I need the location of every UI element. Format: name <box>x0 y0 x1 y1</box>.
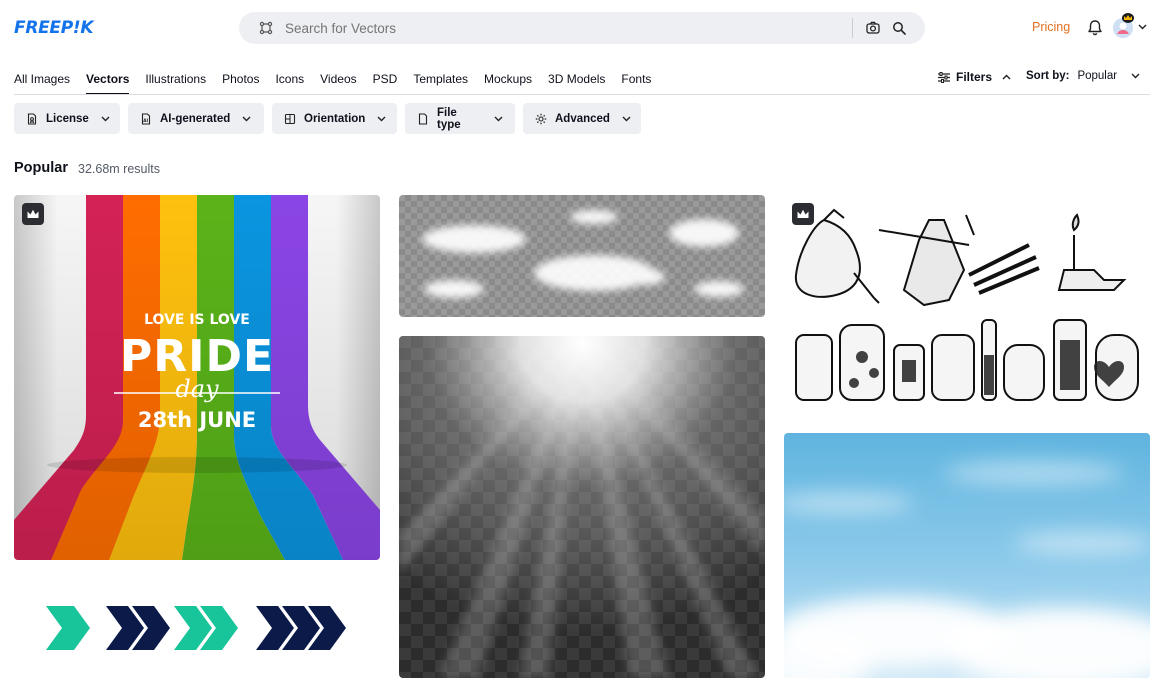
search-type-icon[interactable] <box>259 21 273 35</box>
filter-ai-generated[interactable]: AI AI-generated <box>128 103 264 134</box>
filter-orientation[interactable]: Orientation <box>272 103 397 134</box>
top-header: FREEP!K Pricing <box>0 0 1156 56</box>
result-card-clouds[interactable] <box>399 195 765 317</box>
chevron-down-icon <box>101 116 110 121</box>
chevron-down-icon <box>494 116 503 121</box>
camera-search-icon[interactable] <box>866 21 880 35</box>
search-input[interactable] <box>285 12 845 44</box>
search-icon[interactable] <box>892 21 906 35</box>
chevron-up-icon <box>1002 74 1011 80</box>
filter-ai-generated-label: AI-generated <box>160 112 231 125</box>
pride-line-1: LOVE IS LOVE <box>144 312 250 328</box>
result-card-blue-sky[interactable] <box>784 433 1150 678</box>
content-type-tabs: All Images Vectors Illustrations Photos … <box>14 66 667 95</box>
tab-fonts[interactable]: Fonts <box>621 66 651 94</box>
filter-advanced-label: Advanced <box>555 112 610 125</box>
filter-orientation-label: Orientation <box>304 112 366 125</box>
filters-label: Filters <box>956 70 993 84</box>
freepik-logo[interactable]: FREEP!K <box>14 18 94 38</box>
license-icon <box>27 112 37 125</box>
filter-file-type-label: File type <box>437 106 461 131</box>
ai-icon: AI <box>141 112 151 125</box>
filter-license-label: License <box>46 112 89 125</box>
tab-icons[interactable]: Icons <box>275 66 304 94</box>
chevron-down-icon <box>377 116 386 121</box>
premium-badge <box>792 203 814 225</box>
sort-by-value: Popular <box>1077 70 1118 82</box>
logo-text: FREEP!K <box>14 18 94 38</box>
tab-vectors[interactable]: Vectors <box>86 66 130 95</box>
user-avatar[interactable] <box>1113 13 1134 38</box>
chevron-down-icon <box>242 116 251 121</box>
tabs-divider <box>14 94 1150 95</box>
chevron-down-icon <box>622 116 631 121</box>
tab-photos[interactable]: Photos <box>222 66 259 94</box>
bell-icon[interactable] <box>1087 19 1103 36</box>
tab-videos[interactable]: Videos <box>320 66 356 94</box>
pride-line-4: 28th JUNE <box>137 408 257 432</box>
results-count: 32.68m results <box>78 162 160 176</box>
filters-toggle-button[interactable]: Filters <box>938 70 1011 84</box>
result-card-sketch-potions[interactable] <box>784 195 1150 413</box>
clouds-transparent-image <box>399 195 765 317</box>
tab-illustrations[interactable]: Illustrations <box>145 66 206 94</box>
tab-3d-models[interactable]: 3D Models <box>548 66 605 94</box>
tab-mockups[interactable]: Mockups <box>484 66 532 94</box>
chevron-arrows-image <box>46 606 346 650</box>
pricing-link[interactable]: Pricing <box>1032 20 1070 34</box>
search-bar <box>239 12 925 44</box>
light-rays-transparent-image <box>399 336 765 678</box>
chevron-down-icon <box>1131 73 1140 79</box>
tab-all-images[interactable]: All Images <box>14 66 70 94</box>
premium-crown-icon <box>1122 13 1134 23</box>
gear-icon <box>535 113 547 124</box>
pride-line-3: day <box>175 375 219 403</box>
result-card-pride[interactable]: LOVE IS LOVE PRIDE day 28th JUNE <box>14 195 380 560</box>
search-divider <box>852 18 853 38</box>
blue-sky-clouds-image <box>784 461 1150 678</box>
filter-license[interactable]: License <box>14 103 120 134</box>
crown-icon <box>797 209 809 218</box>
results-title: Popular <box>14 160 68 176</box>
crown-icon <box>27 209 39 218</box>
tab-psd[interactable]: PSD <box>373 66 398 94</box>
filter-file-type[interactable]: File type <box>405 103 515 134</box>
sliders-icon <box>938 71 950 83</box>
premium-badge <box>22 203 44 225</box>
result-card-light-rays[interactable] <box>399 336 765 678</box>
chevron-down-icon[interactable] <box>1138 24 1147 30</box>
sort-by-dropdown[interactable]: Sort by: Popular <box>1026 70 1140 82</box>
orientation-icon <box>284 113 296 124</box>
svg-text:AI: AI <box>143 118 148 123</box>
sort-by-label: Sort by: <box>1026 70 1070 82</box>
potion-bottles-sketch-image <box>794 208 1139 401</box>
tab-templates[interactable]: Templates <box>413 66 468 94</box>
result-card-arrows[interactable] <box>14 578 380 678</box>
filter-advanced[interactable]: Advanced <box>523 103 641 134</box>
file-icon <box>418 112 428 125</box>
